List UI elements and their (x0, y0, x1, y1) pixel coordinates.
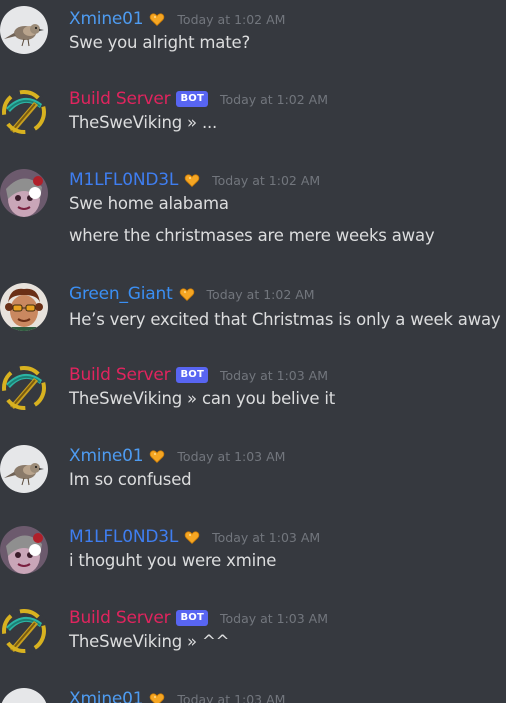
message-text: TheSweViking » ... (69, 113, 218, 132)
pickaxe-avatar-icon[interactable] (0, 607, 48, 655)
message: Xmine01 Today at 1:02 AM Swe you alright… (0, 6, 506, 66)
timestamp: Today at 1:03 AM (212, 529, 321, 545)
message-header: Xmine01 Today at 1:03 AM (69, 686, 285, 703)
username[interactable]: Xmine01 (69, 689, 144, 703)
message-header: M1LFL0ND3L Today at 1:02 AM (69, 167, 320, 193)
message: Xmine01 Today at 1:03 AM (0, 686, 506, 703)
message-header: Build Server BOT Today at 1:03 AM (69, 605, 328, 631)
message-header: Build Server BOT Today at 1:03 AM (69, 362, 328, 388)
username[interactable]: Green_Giant (69, 284, 173, 304)
username[interactable]: Build Server (69, 608, 171, 628)
username[interactable]: Build Server (69, 365, 171, 385)
username[interactable]: Build Server (69, 89, 171, 109)
username[interactable]: Xmine01 (69, 9, 144, 29)
message: Build Server BOT Today at 1:03 AM TheSwe… (0, 605, 506, 669)
orange-heart-icon (149, 11, 165, 27)
timestamp: Today at 1:03 AM (177, 448, 286, 464)
message: M1LFL0ND3L Today at 1:03 AM i thoguht yo… (0, 524, 506, 588)
message-header: Xmine01 Today at 1:03 AM (69, 443, 285, 469)
timestamp: Today at 1:02 AM (177, 11, 286, 27)
message-text: where the christmases are mere weeks awa… (69, 226, 435, 245)
message-text: i thoguht you were xmine (69, 551, 277, 570)
sunglasses-avatar-icon[interactable] (0, 283, 48, 331)
bot-tag: BOT (176, 367, 208, 383)
bot-tag: BOT (176, 91, 208, 107)
message-header: Build Server BOT Today at 1:02 AM (69, 86, 328, 112)
message: Build Server BOT Today at 1:02 AM TheSwe… (0, 86, 506, 150)
orange-heart-icon (184, 529, 200, 545)
message-header: Xmine01 Today at 1:02 AM (69, 6, 285, 32)
message-header: M1LFL0ND3L Today at 1:03 AM (69, 524, 320, 550)
username[interactable]: M1LFL0ND3L (69, 527, 178, 547)
message: Xmine01 Today at 1:03 AM Im so confused (0, 443, 506, 507)
chat-message-list: Xmine01 Today at 1:02 AM Swe you alright… (0, 0, 506, 703)
message: Build Server BOT Today at 1:03 AM TheSwe… (0, 362, 506, 426)
username[interactable]: M1LFL0ND3L (69, 170, 178, 190)
orange-heart-icon (179, 286, 195, 302)
anime-avatar-icon[interactable] (0, 526, 48, 574)
timestamp: Today at 1:03 AM (219, 367, 329, 383)
timestamp: Today at 1:03 AM (219, 610, 329, 626)
timestamp: Today at 1:03 AM (177, 691, 286, 703)
bird-avatar-icon[interactable] (0, 688, 48, 703)
pickaxe-avatar-icon[interactable] (0, 364, 48, 412)
pickaxe-avatar-icon[interactable] (0, 88, 48, 136)
message-text: TheSweViking » ^^ (69, 632, 230, 651)
message-text: Im so confused (69, 470, 192, 489)
orange-heart-icon (149, 691, 165, 703)
message-text: Swe home alabama (69, 194, 229, 213)
orange-heart-icon (184, 172, 200, 188)
bot-tag: BOT (176, 610, 208, 626)
bird-avatar-icon[interactable] (0, 6, 48, 54)
orange-heart-icon (149, 448, 165, 464)
message-text: Swe you alright mate? (69, 33, 250, 52)
timestamp: Today at 1:02 AM (212, 172, 321, 188)
anime-avatar-icon[interactable] (0, 169, 48, 217)
username[interactable]: Xmine01 (69, 446, 144, 466)
bird-avatar-icon[interactable] (0, 445, 48, 493)
message: Green_Giant Today at 1:02 AM He’s very e… (0, 281, 506, 345)
message-header: Green_Giant Today at 1:02 AM (69, 281, 315, 307)
message-text: He’s very excited that Christmas is only… (69, 310, 501, 329)
message-text: TheSweViking » can you belive it (69, 389, 336, 408)
timestamp: Today at 1:02 AM (219, 91, 329, 107)
timestamp: Today at 1:02 AM (206, 286, 315, 302)
message: M1LFL0ND3L Today at 1:02 AM Swe home ala… (0, 167, 506, 257)
